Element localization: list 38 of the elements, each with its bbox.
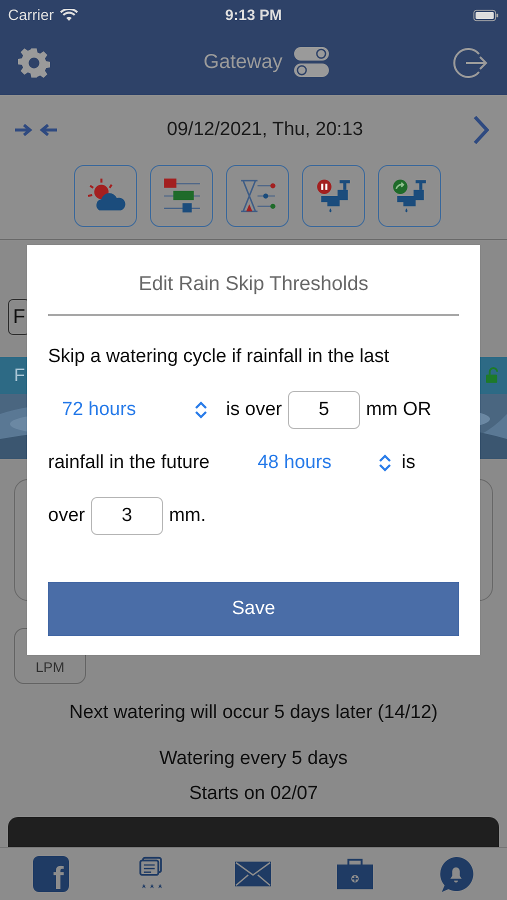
battery-icon [473, 8, 499, 22]
tool-button[interactable] [150, 165, 213, 227]
wifi-icon [60, 8, 78, 22]
schedule-text: Starts on 02/07 [188, 782, 319, 806]
schedule-text: Watering every 5 days [158, 747, 349, 771]
dialog-title: Edit Rain Skip Thresholds [48, 245, 459, 316]
dialog-text: mm OR [366, 398, 432, 420]
up-down-chevron-icon [194, 400, 208, 418]
rainfall-amount-field[interactable]: 3 [90, 496, 163, 534]
dialog-text: Skip a watering cycle if rainfall in the last [48, 346, 390, 368]
dialog-text: is over [226, 398, 282, 420]
date-time: 09/12/2021, Thu, 20:13 [166, 119, 364, 141]
tab-item[interactable]: f [26, 852, 76, 896]
next-chevron-icon[interactable] [473, 115, 489, 145]
first-aid-kit-icon [336, 856, 373, 892]
tool-button[interactable] [378, 165, 441, 227]
period-select[interactable]: 48 hours [210, 452, 392, 474]
banner-label: F [14, 365, 25, 386]
settings-icon[interactable] [18, 46, 50, 78]
gateway-title: Gateway [204, 51, 282, 74]
tool-button[interactable] [226, 165, 289, 227]
bell-bubble-icon [438, 856, 474, 892]
save-button[interactable]: Save [48, 582, 459, 636]
rainfall-amount-field[interactable]: 5 [288, 390, 360, 428]
carrier-label: Carrier [8, 6, 54, 24]
dialog-text: mm. [168, 504, 206, 526]
collapse-arrows-icon[interactable] [15, 123, 57, 137]
period-select[interactable]: 72 hours [48, 398, 208, 420]
up-down-chevron-icon [378, 454, 392, 472]
dialog-text: over [48, 504, 85, 526]
clock-time: 9:13 PM [225, 6, 282, 24]
toggles-icon[interactable] [294, 47, 330, 78]
dialog-text: is [402, 452, 416, 474]
tool-button[interactable] [302, 165, 365, 227]
dialog-text: rainfall in the future [48, 452, 210, 474]
f-logo-icon: f [32, 856, 69, 892]
tool-button[interactable] [74, 165, 137, 227]
next-watering-text: Next watering will occur 5 days later (14/12) [68, 701, 439, 725]
